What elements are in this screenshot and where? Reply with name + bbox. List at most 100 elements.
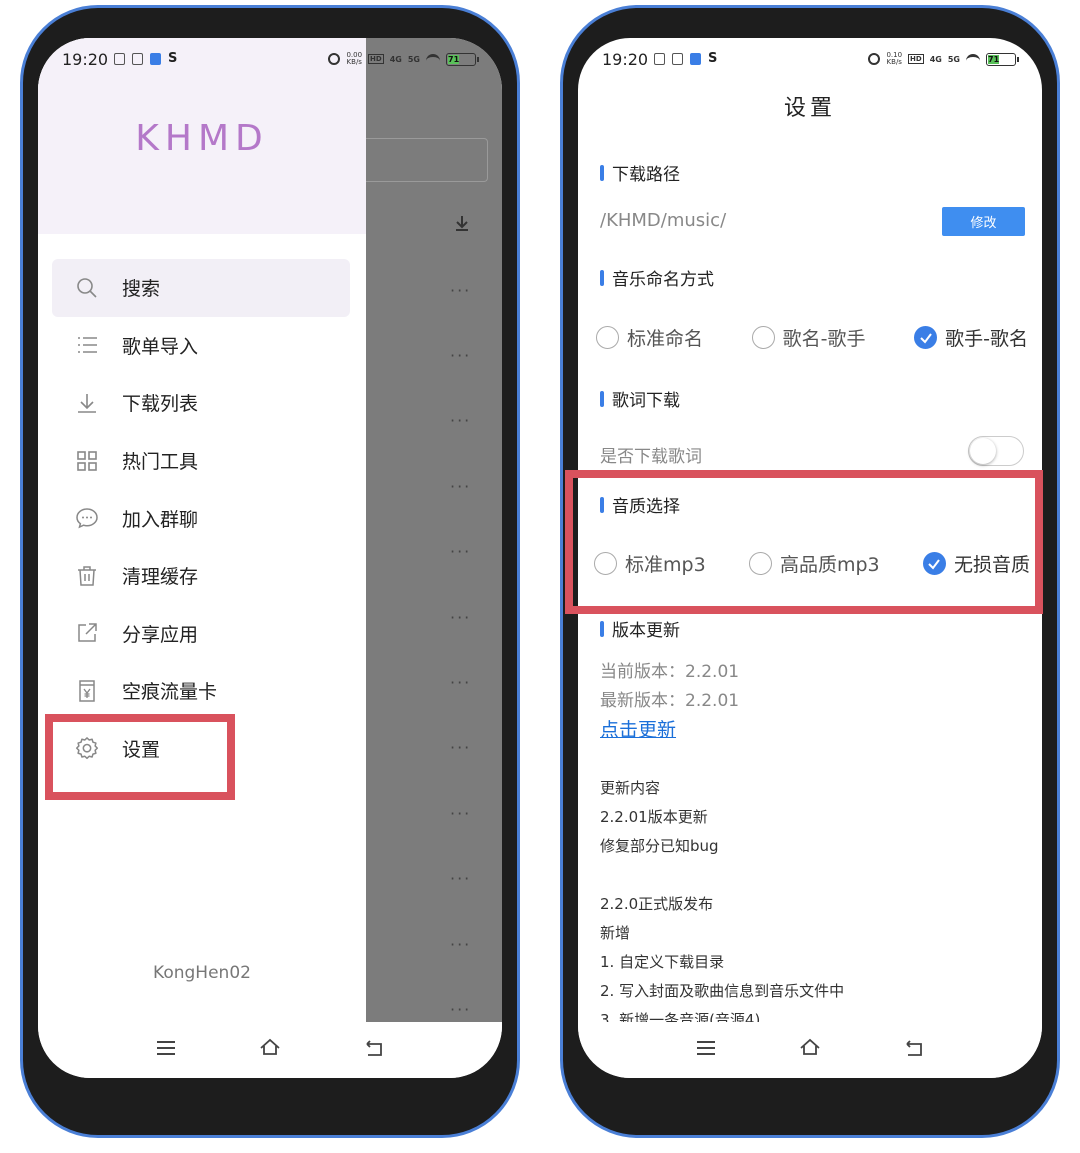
- menu-item-label: 歌单导入: [122, 335, 199, 358]
- section-accent-bar: [600, 620, 604, 637]
- menu-item-join-group[interactable]: 加入群聊: [52, 489, 350, 547]
- update-link[interactable]: 点击更新: [600, 715, 676, 742]
- drawer-menu: 搜索 歌单导入 下载列表 热门工具 加入群聊 清理缓存 分享应用 空痕流量卡 设…: [52, 259, 350, 777]
- radio-label: 歌手-歌名: [945, 328, 1028, 350]
- changelog-line: 新增: [600, 924, 631, 942]
- section-title-label: 歌词下载: [612, 391, 680, 411]
- hd-badge: HD: [908, 54, 924, 64]
- back-icon[interactable]: [362, 1036, 386, 1060]
- download-path-value: /KHMD/music/: [600, 210, 727, 231]
- s-app-icon: S: [168, 51, 178, 66]
- chat-icon: [74, 505, 100, 531]
- radio-artist-title[interactable]: 歌手-歌名: [914, 324, 1028, 351]
- wifi-icon: [426, 54, 440, 64]
- menu-item-label: 空痕流量卡: [122, 681, 218, 704]
- radio-label: 歌名-歌手: [782, 328, 866, 350]
- changelog-line: 2. 写入封面及歌曲信息到音乐文件中: [600, 982, 845, 1000]
- alarm-icon: [328, 53, 341, 65]
- radio-unchecked-icon: [596, 326, 619, 349]
- lyrics-toggle-switch[interactable]: [968, 436, 1024, 466]
- home-icon[interactable]: [258, 1036, 282, 1060]
- net-4g: 4G: [929, 54, 942, 64]
- wifi-icon: [966, 54, 980, 64]
- changelog: 更新内容 2.2.01版本更新 修复部分已知bug 2.2.0正式版发布 新增 …: [600, 774, 844, 1035]
- status-bar: 19:20 S 0.00 KB/s HD 4G 5G 71: [38, 38, 502, 88]
- more-dots-icon: ···: [450, 804, 472, 823]
- latest-version: 最新版本：2.2.01: [600, 691, 740, 711]
- nav-drawer: KHMD 搜索 歌单导入 下载列表 热门工具 加入群聊 清理缓存 分享应用 空痕…: [38, 38, 366, 1022]
- download-icon: [456, 216, 468, 231]
- section-title-label: 下载路径: [612, 165, 680, 185]
- menu-item-clear-cache[interactable]: 清理缓存: [52, 547, 350, 605]
- list-icon: [74, 332, 100, 358]
- current-version: 当前版本：2.2.01: [600, 662, 740, 682]
- changelog-line: 修复部分已知bug: [600, 837, 719, 855]
- notification-icon: [672, 53, 683, 65]
- notification-icon: [132, 53, 143, 65]
- recent-apps-icon[interactable]: [694, 1036, 718, 1060]
- battery-icon: 71: [446, 52, 479, 66]
- changelog-line: 1. 自定义下载目录: [600, 953, 725, 971]
- radio-standard-naming[interactable]: 标准命名: [596, 324, 703, 351]
- section-title-label: 版本更新: [612, 621, 680, 641]
- net-speed: 0.00 KB/s: [346, 51, 363, 66]
- menu-item-hot-tools[interactable]: 热门工具: [52, 432, 350, 490]
- download-icon: [74, 390, 100, 416]
- alarm-icon: [868, 53, 881, 65]
- menu-item-data-card[interactable]: 空痕流量卡: [52, 662, 350, 720]
- share-icon: [74, 620, 100, 646]
- more-dots-icon: ···: [450, 608, 472, 627]
- section-accent-bar: [600, 390, 604, 407]
- app-notification-icon: [150, 53, 161, 65]
- status-bar: 19:20 S 0.10 KB/s HD 4G 5G 71: [578, 38, 1042, 88]
- naming-radio-group: 标准命名 歌名-歌手 歌手-歌名: [596, 324, 1028, 351]
- more-dots-icon: ···: [450, 935, 472, 954]
- more-dots-icon: ···: [450, 281, 472, 300]
- search-icon: [74, 275, 100, 301]
- annotation-highlight-quality: [565, 470, 1043, 614]
- radio-unchecked-icon: [751, 326, 775, 349]
- section-title-label: 音乐命名方式: [612, 270, 714, 290]
- menu-item-download-list[interactable]: 下载列表: [52, 374, 350, 432]
- home-icon[interactable]: [798, 1036, 822, 1060]
- menu-item-label: 分享应用: [122, 623, 199, 646]
- s-app-icon: S: [708, 51, 718, 66]
- app-notification-icon: [690, 53, 701, 65]
- notification-icon: [654, 53, 665, 65]
- net-4g: 4G: [389, 54, 402, 64]
- changelog-line: 更新内容: [600, 779, 661, 797]
- section-download-path: 下载路径: [600, 160, 680, 185]
- more-dots-icon: ···: [450, 1000, 472, 1019]
- menu-item-label: 搜索: [122, 278, 161, 301]
- net-speed: 0.10 KB/s: [886, 51, 903, 66]
- radio-label: 标准命名: [627, 328, 704, 350]
- changelog-line: 2.2.01版本更新: [600, 808, 708, 826]
- more-dots-icon: ···: [450, 673, 472, 692]
- recent-apps-icon[interactable]: [154, 1036, 178, 1060]
- menu-item-playlist-import[interactable]: 歌单导入: [52, 317, 350, 375]
- radio-title-artist[interactable]: 歌名-歌手: [751, 324, 866, 351]
- drawer-scrim[interactable]: ··· ··· ··· ··· ··· ··· ··· ··· ··· ··· …: [366, 38, 502, 1022]
- status-time: 19:20: [602, 50, 649, 69]
- menu-item-share-app[interactable]: 分享应用: [52, 605, 350, 663]
- changelog-line: [600, 861, 844, 890]
- back-icon[interactable]: [902, 1036, 926, 1060]
- more-dots-icon: ···: [450, 869, 472, 888]
- more-dots-icon: ···: [450, 411, 472, 430]
- section-accent-bar: [600, 269, 604, 286]
- section-version: 版本更新: [600, 616, 680, 641]
- phone-frame-left: 19:20 S 0.00 KB/s HD 4G 5G 71 ··· ··· ··…: [20, 5, 520, 1138]
- status-system-icons: 0.00 KB/s HD 4G 5G 71: [328, 51, 479, 66]
- status-system-icons: 0.10 KB/s HD 4G 5G 71: [868, 51, 1019, 66]
- page-title: 设置: [783, 96, 836, 121]
- lyrics-toggle-label: 是否下载歌词: [600, 447, 702, 467]
- more-dots-icon: ···: [450, 346, 472, 365]
- menu-item-search[interactable]: 搜索: [52, 259, 350, 317]
- status-time: 19:20: [62, 50, 109, 69]
- modify-path-button[interactable]: 修改: [942, 207, 1025, 236]
- dimmed-search-box: [366, 138, 488, 182]
- toggle-knob: [970, 438, 996, 464]
- section-naming: 音乐命名方式: [600, 265, 714, 290]
- menu-item-label: 热门工具: [122, 451, 199, 474]
- status-notification-icons: S: [654, 51, 718, 66]
